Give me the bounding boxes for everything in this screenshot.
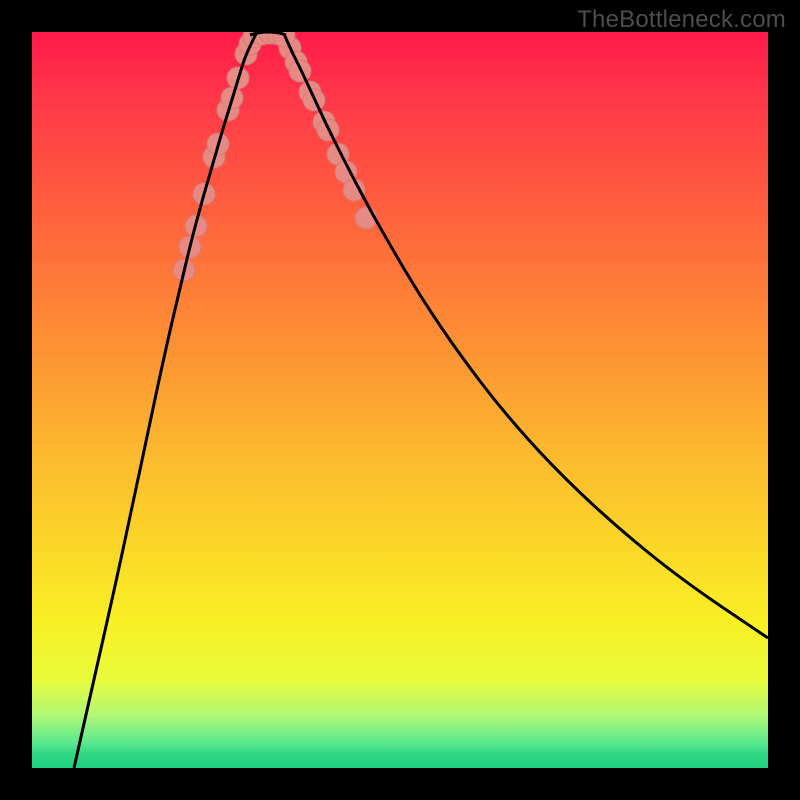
watermark-text: TheBottleneck.com — [577, 6, 786, 34]
chart-svg — [32, 32, 768, 768]
chart-frame: TheBottleneck.com — [0, 0, 800, 800]
right-curve — [284, 34, 768, 638]
chart-plot-area — [32, 32, 768, 768]
data-markers — [173, 32, 377, 281]
